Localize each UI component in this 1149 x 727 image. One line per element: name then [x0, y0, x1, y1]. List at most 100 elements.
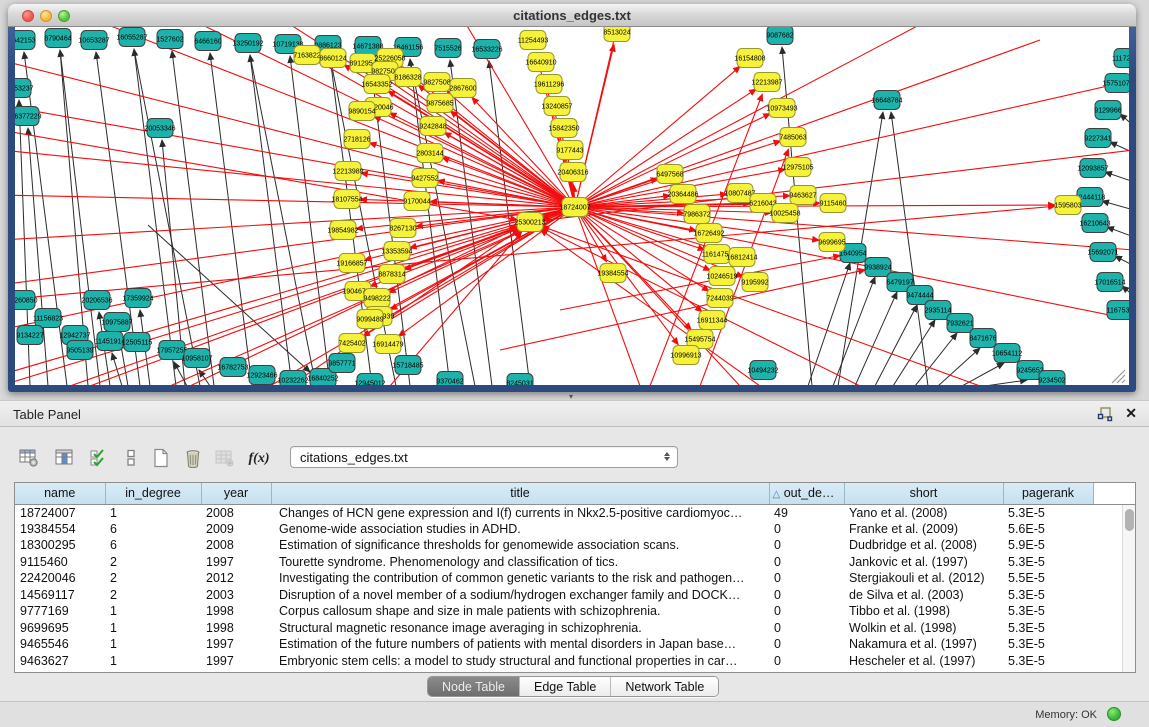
- table-row[interactable]: 977716911998Corpus callosum shape and si…: [15, 603, 1136, 620]
- graph-node[interactable]: 9177443: [556, 141, 583, 160]
- table-cell[interactable]: 0: [769, 570, 844, 587]
- graph-node[interactable]: 13353594: [381, 242, 412, 261]
- table-row[interactable]: 1872400712008Changes of HCN gene express…: [15, 504, 1136, 521]
- tab-node-table[interactable]: Node Table: [428, 677, 519, 696]
- table-cell[interactable]: Structural magnetic resonance image aver…: [271, 620, 769, 637]
- graph-node[interactable]: 16533226: [471, 40, 502, 59]
- table-cell[interactable]: 22420046: [15, 570, 105, 587]
- table-scrollbar[interactable]: [1122, 505, 1135, 672]
- column-header-pagerank[interactable]: pagerank: [1003, 483, 1093, 504]
- column-header-short[interactable]: short: [844, 483, 1003, 504]
- graph-node[interactable]: 6466160: [194, 32, 221, 51]
- graph-node[interactable]: 8245031: [506, 374, 533, 386]
- panel-splitter[interactable]: ▾: [0, 392, 1149, 400]
- graph-node[interactable]: 9129966: [1094, 101, 1121, 120]
- graph-node[interactable]: 19384554: [597, 264, 628, 283]
- graph-node[interactable]: 7163822: [293, 46, 320, 65]
- graph-node[interactable]: 12213987: [751, 73, 782, 92]
- float-panel-button[interactable]: [1097, 406, 1113, 422]
- table-cell[interactable]: Nakamura et al. (1997): [844, 636, 1003, 653]
- table-source-select[interactable]: citations_edges.txt: [290, 446, 678, 468]
- table-cell[interactable]: 5.3E-5: [1003, 620, 1093, 637]
- table-cell[interactable]: 0: [769, 537, 844, 554]
- table-row[interactable]: 969969511998Structural magnetic resonanc…: [15, 620, 1136, 637]
- graph-node[interactable]: 25260850: [15, 291, 38, 310]
- table-cell[interactable]: 1998: [201, 620, 271, 637]
- table-cell[interactable]: 9699695: [15, 620, 105, 637]
- table-row[interactable]: 946362711997Embryonic stem cells: a mode…: [15, 653, 1136, 670]
- graph-node[interactable]: 19611296: [534, 75, 565, 94]
- table-cell[interactable]: 9777169: [15, 603, 105, 620]
- graph-node[interactable]: 18724007: [559, 198, 590, 217]
- close-panel-button[interactable]: ✕: [1125, 405, 1137, 422]
- graph-node[interactable]: 9087682: [766, 27, 793, 45]
- graph-node[interactable]: 7986372: [683, 205, 710, 224]
- graph-node[interactable]: 2867600: [449, 79, 476, 98]
- tab-network-table[interactable]: Network Table: [610, 677, 718, 696]
- table-cell[interactable]: Wolkin et al. (1998): [844, 620, 1003, 637]
- table-cell[interactable]: 2: [105, 587, 201, 604]
- table-cell[interactable]: 2003: [201, 587, 271, 604]
- graph-node[interactable]: 9505139: [66, 341, 93, 360]
- graph-node[interactable]: 2642153: [15, 31, 36, 50]
- table-scrollbar-thumb[interactable]: [1125, 509, 1134, 531]
- graph-node[interactable]: 11156823: [33, 309, 63, 328]
- graph-node[interactable]: 9134227: [16, 326, 43, 345]
- graph-node[interactable]: 16640910: [525, 53, 556, 72]
- graph-node[interactable]: 20406316: [557, 163, 588, 182]
- graph-node[interactable]: 16210643: [1079, 214, 1110, 233]
- graph-node[interactable]: 10653287: [78, 31, 109, 50]
- table-cell[interactable]: 9463627: [15, 653, 105, 670]
- select-attributes-button[interactable]: [86, 446, 112, 472]
- graph-node[interactable]: 10025458: [769, 204, 800, 223]
- graph-node[interactable]: 18107554: [331, 190, 362, 209]
- graph-node[interactable]: 6497568: [656, 165, 683, 184]
- table-cell[interactable]: 0: [769, 587, 844, 604]
- table-row[interactable]: 1456911722003Disruption of a novel membe…: [15, 587, 1136, 604]
- graph-node[interactable]: 12923466: [246, 366, 277, 385]
- graph-node[interactable]: 13240857: [541, 97, 572, 116]
- delete-column-button[interactable]: [180, 446, 206, 472]
- graph-node[interactable]: 9242848: [419, 117, 446, 136]
- graph-node[interactable]: 11254493: [518, 31, 549, 50]
- table-cell[interactable]: 1997: [201, 653, 271, 670]
- graph-node[interactable]: 9115460: [820, 194, 847, 213]
- graph-node[interactable]: 11172204: [1112, 49, 1129, 68]
- table-cell[interactable]: 9115460: [15, 554, 105, 571]
- table-cell[interactable]: 2008: [201, 504, 271, 521]
- table-cell[interactable]: 2: [105, 570, 201, 587]
- table-cell[interactable]: 6: [105, 521, 201, 538]
- table-cell[interactable]: 0: [769, 554, 844, 571]
- graph-node[interactable]: 2803144: [416, 144, 443, 163]
- table-cell[interactable]: Stergiakouli et al. (2012): [844, 570, 1003, 587]
- table-cell[interactable]: Estimation of significance thresholds fo…: [271, 537, 769, 554]
- graph-node[interactable]: 12945012: [354, 374, 385, 386]
- graph-node[interactable]: 1167533: [1107, 301, 1129, 320]
- graph-node[interactable]: 20364486: [667, 185, 698, 204]
- table-cell[interactable]: Changes of HCN gene expression and I(f) …: [271, 504, 769, 521]
- graph-node[interactable]: 8513024: [603, 27, 630, 42]
- table-cell[interactable]: 1: [105, 653, 201, 670]
- column-header-title[interactable]: title: [271, 483, 769, 504]
- table-cell[interactable]: Hescheler et al. (1997): [844, 653, 1003, 670]
- graph-node[interactable]: 9827508: [423, 73, 450, 92]
- graph-node[interactable]: 9370462: [436, 372, 463, 386]
- table-cell[interactable]: 5.3E-5: [1003, 504, 1093, 521]
- table-cell[interactable]: 0: [769, 603, 844, 620]
- table-cell[interactable]: 14569117: [15, 587, 105, 604]
- graph-node[interactable]: 12975105: [782, 158, 813, 177]
- graph-node[interactable]: 16377229: [15, 107, 42, 126]
- graph-node[interactable]: 7932621: [946, 314, 973, 333]
- graph-node[interactable]: 19854982: [327, 221, 358, 240]
- graph-node[interactable]: 9227341: [1084, 129, 1111, 148]
- table-cell[interactable]: Disruption of a novel member of a sodium…: [271, 587, 769, 604]
- table-cell[interactable]: 18724007: [15, 504, 105, 521]
- graph-node[interactable]: 10973493: [766, 99, 797, 118]
- graph-node[interactable]: 15692071: [1087, 243, 1118, 262]
- table-cell[interactable]: Franke et al. (2009): [844, 521, 1003, 538]
- graph-node[interactable]: 10494232: [747, 361, 778, 380]
- graph-node[interactable]: 9195992: [741, 273, 768, 292]
- graph-node[interactable]: 15718485: [392, 356, 423, 375]
- table-cell[interactable]: Genome-wide association studies in ADHD.: [271, 521, 769, 538]
- graph-node[interactable]: 8267130: [389, 219, 416, 238]
